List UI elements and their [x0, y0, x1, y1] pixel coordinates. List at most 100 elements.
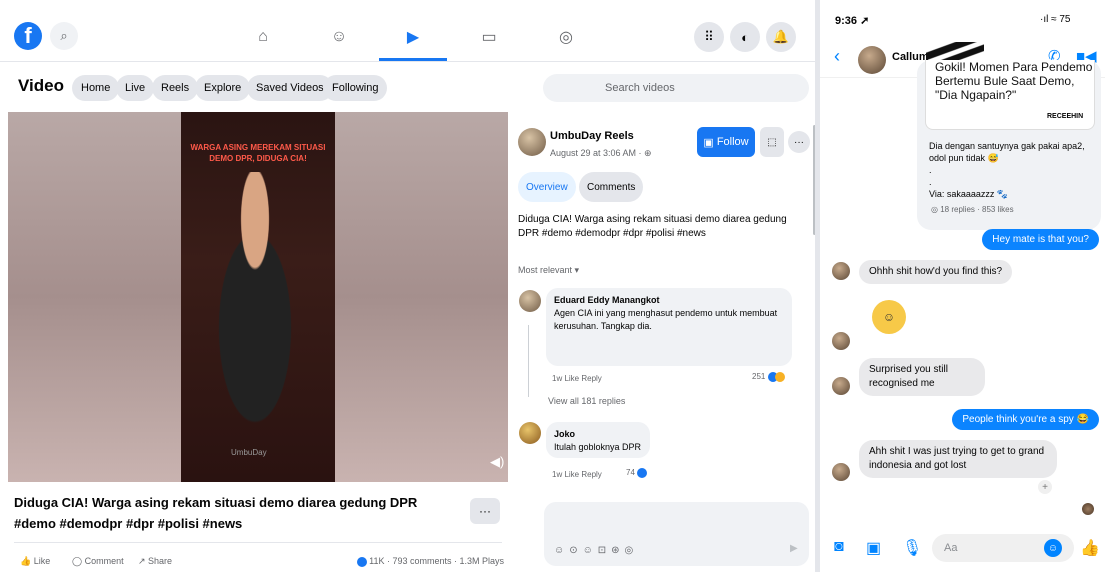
- comment-bubble: Joko Itulah gobloknya DPR: [546, 422, 650, 458]
- read-receipt-avatar: [1082, 503, 1094, 515]
- search-icon[interactable]: ⌕: [50, 22, 78, 50]
- emoji-icon[interactable]: ☺: [1044, 539, 1062, 557]
- pill-saved-videos[interactable]: Saved Videos: [247, 75, 333, 101]
- video-player[interactable]: WARGA ASING MEREKAM SITUASI DEMO DPR, DI…: [8, 112, 508, 482]
- comment-reactions: 251: [752, 372, 785, 382]
- reaction-count: 251: [752, 372, 766, 382]
- save-icon[interactable]: ⬚: [760, 127, 784, 157]
- pill-reels[interactable]: Reels: [152, 75, 199, 101]
- shared-post-caption: Dia dengan santuynya gak pakai apa2, odo…: [929, 140, 1097, 200]
- page-name[interactable]: UmbuDay Reels: [550, 130, 634, 142]
- commenter-avatar[interactable]: [519, 290, 541, 312]
- post-title: Diduga CIA! Warga asing rekam situasi de…: [14, 495, 418, 531]
- post-date: August 29 at 3:06 AM · ⊕: [550, 148, 652, 158]
- comment-sort-dropdown[interactable]: Most relevant ▾: [518, 265, 579, 276]
- search-videos-input[interactable]: Search videos: [543, 74, 809, 102]
- contact-avatar[interactable]: [858, 46, 886, 74]
- add-reaction-icon[interactable]: +: [1038, 480, 1052, 494]
- shared-caption-text: Dia dengan santuynya gak pakai apa2, odo…: [929, 141, 1085, 163]
- pill-following[interactable]: Following: [323, 75, 388, 101]
- shared-caption-via: . . Via: sakaaaazzz 🐾: [929, 165, 1009, 199]
- video-icon[interactable]: ▶: [402, 26, 424, 48]
- send-icon[interactable]: ▶: [790, 543, 798, 554]
- message-sent[interactable]: People think you're a spy 😂: [952, 409, 1099, 430]
- like-label: Like: [33, 556, 51, 566]
- comment-label: Comment: [84, 556, 124, 566]
- contact-avatar: [832, 332, 850, 350]
- follow-button[interactable]: ▣ Follow: [697, 127, 755, 157]
- comment-meta[interactable]: 1w Like Reply: [552, 470, 602, 479]
- friends-icon[interactable]: ☺: [328, 26, 350, 48]
- notifications-bell-icon[interactable]: 🔔: [766, 22, 796, 52]
- message-received[interactable]: Ahh shit I was just trying to get to gra…: [859, 440, 1057, 478]
- shared-post-headline: Gokil! Momen Para Pendemo Bertemu Bule S…: [935, 60, 1093, 102]
- commenter-avatar[interactable]: [519, 422, 541, 444]
- messenger-icon[interactable]: ◐: [730, 22, 760, 52]
- volume-icon[interactable]: ◀): [490, 454, 504, 470]
- share-label: Share: [148, 556, 173, 566]
- shared-post-meta: ◎ 18 replies · 853 likes: [931, 205, 1014, 214]
- comment-meta[interactable]: 1w Like Reply: [552, 374, 602, 383]
- pill-explore[interactable]: Explore: [195, 75, 251, 101]
- contact-avatar: [832, 463, 850, 481]
- time-text: 9:36: [835, 15, 858, 27]
- post-more-button[interactable]: ···: [470, 498, 500, 524]
- video-caption-overlay: WARGA ASING MEREKAM SITUASI DEMO DPR, DI…: [190, 143, 326, 163]
- facebook-logo[interactable]: f: [14, 22, 42, 50]
- share-button[interactable]: ↗ Share: [138, 556, 172, 567]
- comment-reactions: 74: [626, 468, 648, 478]
- message-sent[interactable]: Hey mate is that you?: [982, 229, 1099, 250]
- like-reaction-icon: [637, 468, 648, 478]
- camera-icon[interactable]: ◙: [834, 538, 844, 556]
- shared-post-brand: RECEEHIN: [1047, 113, 1084, 120]
- post-actions: 👍 Like ◯ Comment ↗ Share 11K · 793 comme…: [14, 556, 504, 572]
- status-time: 9:36 ➚: [835, 15, 870, 27]
- comment-author[interactable]: Eduard Eddy Manangkot: [554, 294, 784, 307]
- marketplace-icon[interactable]: ▭: [478, 26, 500, 48]
- comment-input-icons[interactable]: ☺⊙☺⊡⊛◎: [554, 545, 638, 556]
- video-person: [195, 172, 315, 432]
- tab-overview[interactable]: Overview: [518, 172, 576, 202]
- page-title: Video: [18, 76, 64, 95]
- like-reaction-icon: [356, 556, 367, 567]
- comment-input[interactable]: [544, 502, 809, 566]
- comment-author[interactable]: Joko: [554, 428, 642, 441]
- follow-label: Follow: [716, 136, 749, 148]
- actions-divider: [14, 542, 502, 543]
- like-button[interactable]: 👍 Like: [20, 556, 50, 567]
- contact-avatar: [832, 262, 850, 280]
- thumbs-up-icon[interactable]: 👍: [1080, 538, 1100, 558]
- more-options-icon[interactable]: ···: [788, 131, 810, 153]
- message-received[interactable]: Ohhh shit how'd you find this?: [859, 260, 1013, 284]
- back-icon[interactable]: ‹: [834, 46, 840, 67]
- grimacing-emoji[interactable]: ☺: [872, 300, 906, 334]
- post-stats: 11K · 793 comments · 1.3M Plays: [356, 556, 504, 567]
- video-frame: WARGA ASING MEREKAM SITUASI DEMO DPR, DI…: [181, 112, 335, 482]
- comment-button[interactable]: ◯ Comment: [72, 556, 124, 567]
- message-received[interactable]: Surprised you still recognised me: [859, 358, 985, 396]
- comment-text: Agen CIA ini yang menghasut pendemo untu…: [554, 308, 778, 331]
- active-tab-indicator: [379, 58, 447, 61]
- facebook-window: f ⌕ ⌂ ☺ ▶ ▭ ◎ ⠿ ◐ 🔔 Video Home Live Reel…: [0, 0, 816, 572]
- search-videos-placeholder: Search videos: [605, 82, 675, 94]
- gallery-icon[interactable]: ▣: [866, 538, 881, 558]
- comment-text: Itulah gobloknya DPR: [554, 442, 642, 452]
- post-stats-text: 11K · 793 comments · 1.3M Plays: [369, 556, 504, 566]
- menu-grid-icon[interactable]: ⠿: [694, 22, 724, 52]
- thread-line: [528, 325, 529, 397]
- pill-live[interactable]: Live: [116, 75, 155, 101]
- status-icons: ·ıl ≈ 75: [1040, 14, 1071, 25]
- microphone-icon[interactable]: 🎙: [902, 538, 922, 558]
- page-avatar[interactable]: [518, 128, 546, 156]
- post-description: Diduga CIA! Warga asing rekam situasi de…: [518, 214, 787, 239]
- video-watermark: UmbuDay: [231, 448, 267, 457]
- tab-comments[interactable]: Comments: [579, 172, 644, 202]
- pill-home[interactable]: Home: [72, 75, 120, 101]
- contact-avatar: [832, 377, 850, 395]
- home-icon[interactable]: ⌂: [252, 26, 274, 48]
- gaming-icon[interactable]: ◎: [555, 26, 577, 48]
- haha-reaction-icon: [774, 372, 785, 382]
- comment-bubble: Eduard Eddy Manangkot Agen CIA ini yang …: [546, 288, 792, 366]
- view-all-replies-link[interactable]: View all 181 replies: [548, 396, 625, 406]
- reaction-count: 74: [626, 468, 635, 478]
